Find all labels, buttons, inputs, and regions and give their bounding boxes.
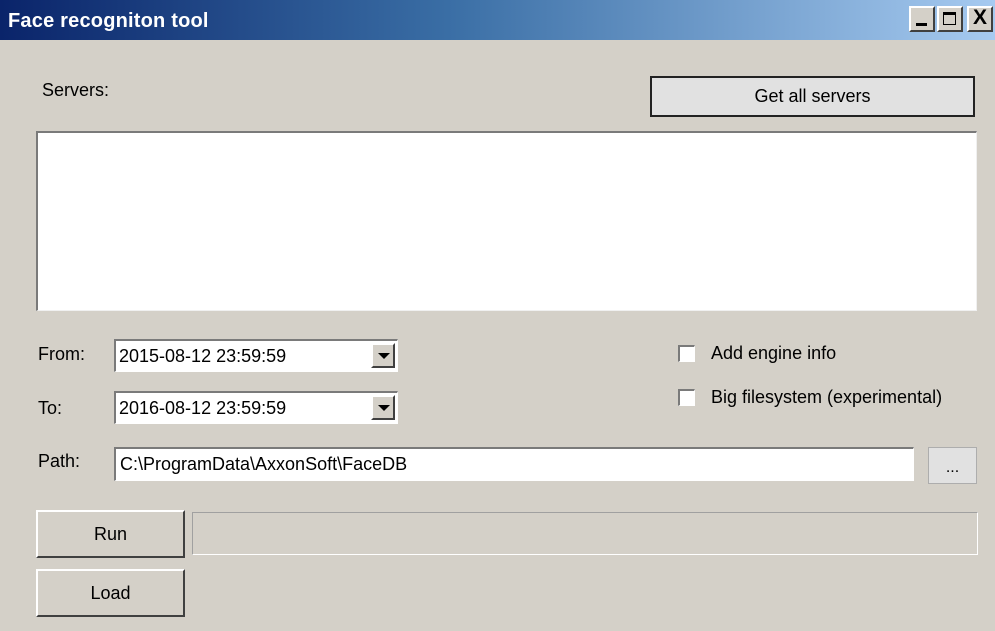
big-filesystem-option[interactable]: Big filesystem (experimental) (678, 387, 942, 408)
browse-button[interactable]: ... (928, 447, 977, 484)
servers-list[interactable] (36, 131, 977, 311)
window-controls: X (907, 6, 993, 32)
from-date-value: 2015-08-12 23:59:59 (119, 346, 287, 366)
progress-bar (192, 512, 978, 555)
big-filesystem-checkbox[interactable] (678, 389, 695, 406)
maximize-icon[interactable] (937, 6, 963, 32)
to-date-value: 2016-08-12 23:59:59 (119, 398, 287, 418)
add-engine-info-checkbox[interactable] (678, 345, 695, 362)
get-all-servers-button[interactable]: Get all servers (650, 76, 975, 117)
window-title: Face recogniton tool (8, 10, 209, 32)
chevron-down-icon[interactable] (371, 395, 395, 420)
add-engine-info-label: Add engine info (711, 343, 837, 363)
load-button[interactable]: Load (36, 569, 185, 617)
big-filesystem-label: Big filesystem (experimental) (711, 387, 943, 407)
title-bar[interactable]: Face recogniton tool X (0, 0, 995, 40)
chevron-down-icon[interactable] (371, 343, 395, 368)
main-window: Face recogniton tool X Servers: Get all … (0, 0, 995, 631)
add-engine-info-option[interactable]: Add engine info (678, 343, 836, 364)
close-icon[interactable]: X (967, 6, 993, 32)
run-button[interactable]: Run (36, 510, 185, 558)
path-label: Path: (38, 451, 81, 471)
from-date-combo[interactable]: 2015-08-12 23:59:59 (114, 339, 398, 372)
path-input[interactable]: C:\ProgramData\AxxonSoft\FaceDB (114, 447, 914, 481)
from-label: From: (38, 344, 85, 364)
servers-label: Servers: (42, 80, 110, 100)
to-date-combo[interactable]: 2016-08-12 23:59:59 (114, 391, 398, 424)
to-label: To: (38, 398, 63, 418)
minimize-icon[interactable] (909, 6, 935, 32)
